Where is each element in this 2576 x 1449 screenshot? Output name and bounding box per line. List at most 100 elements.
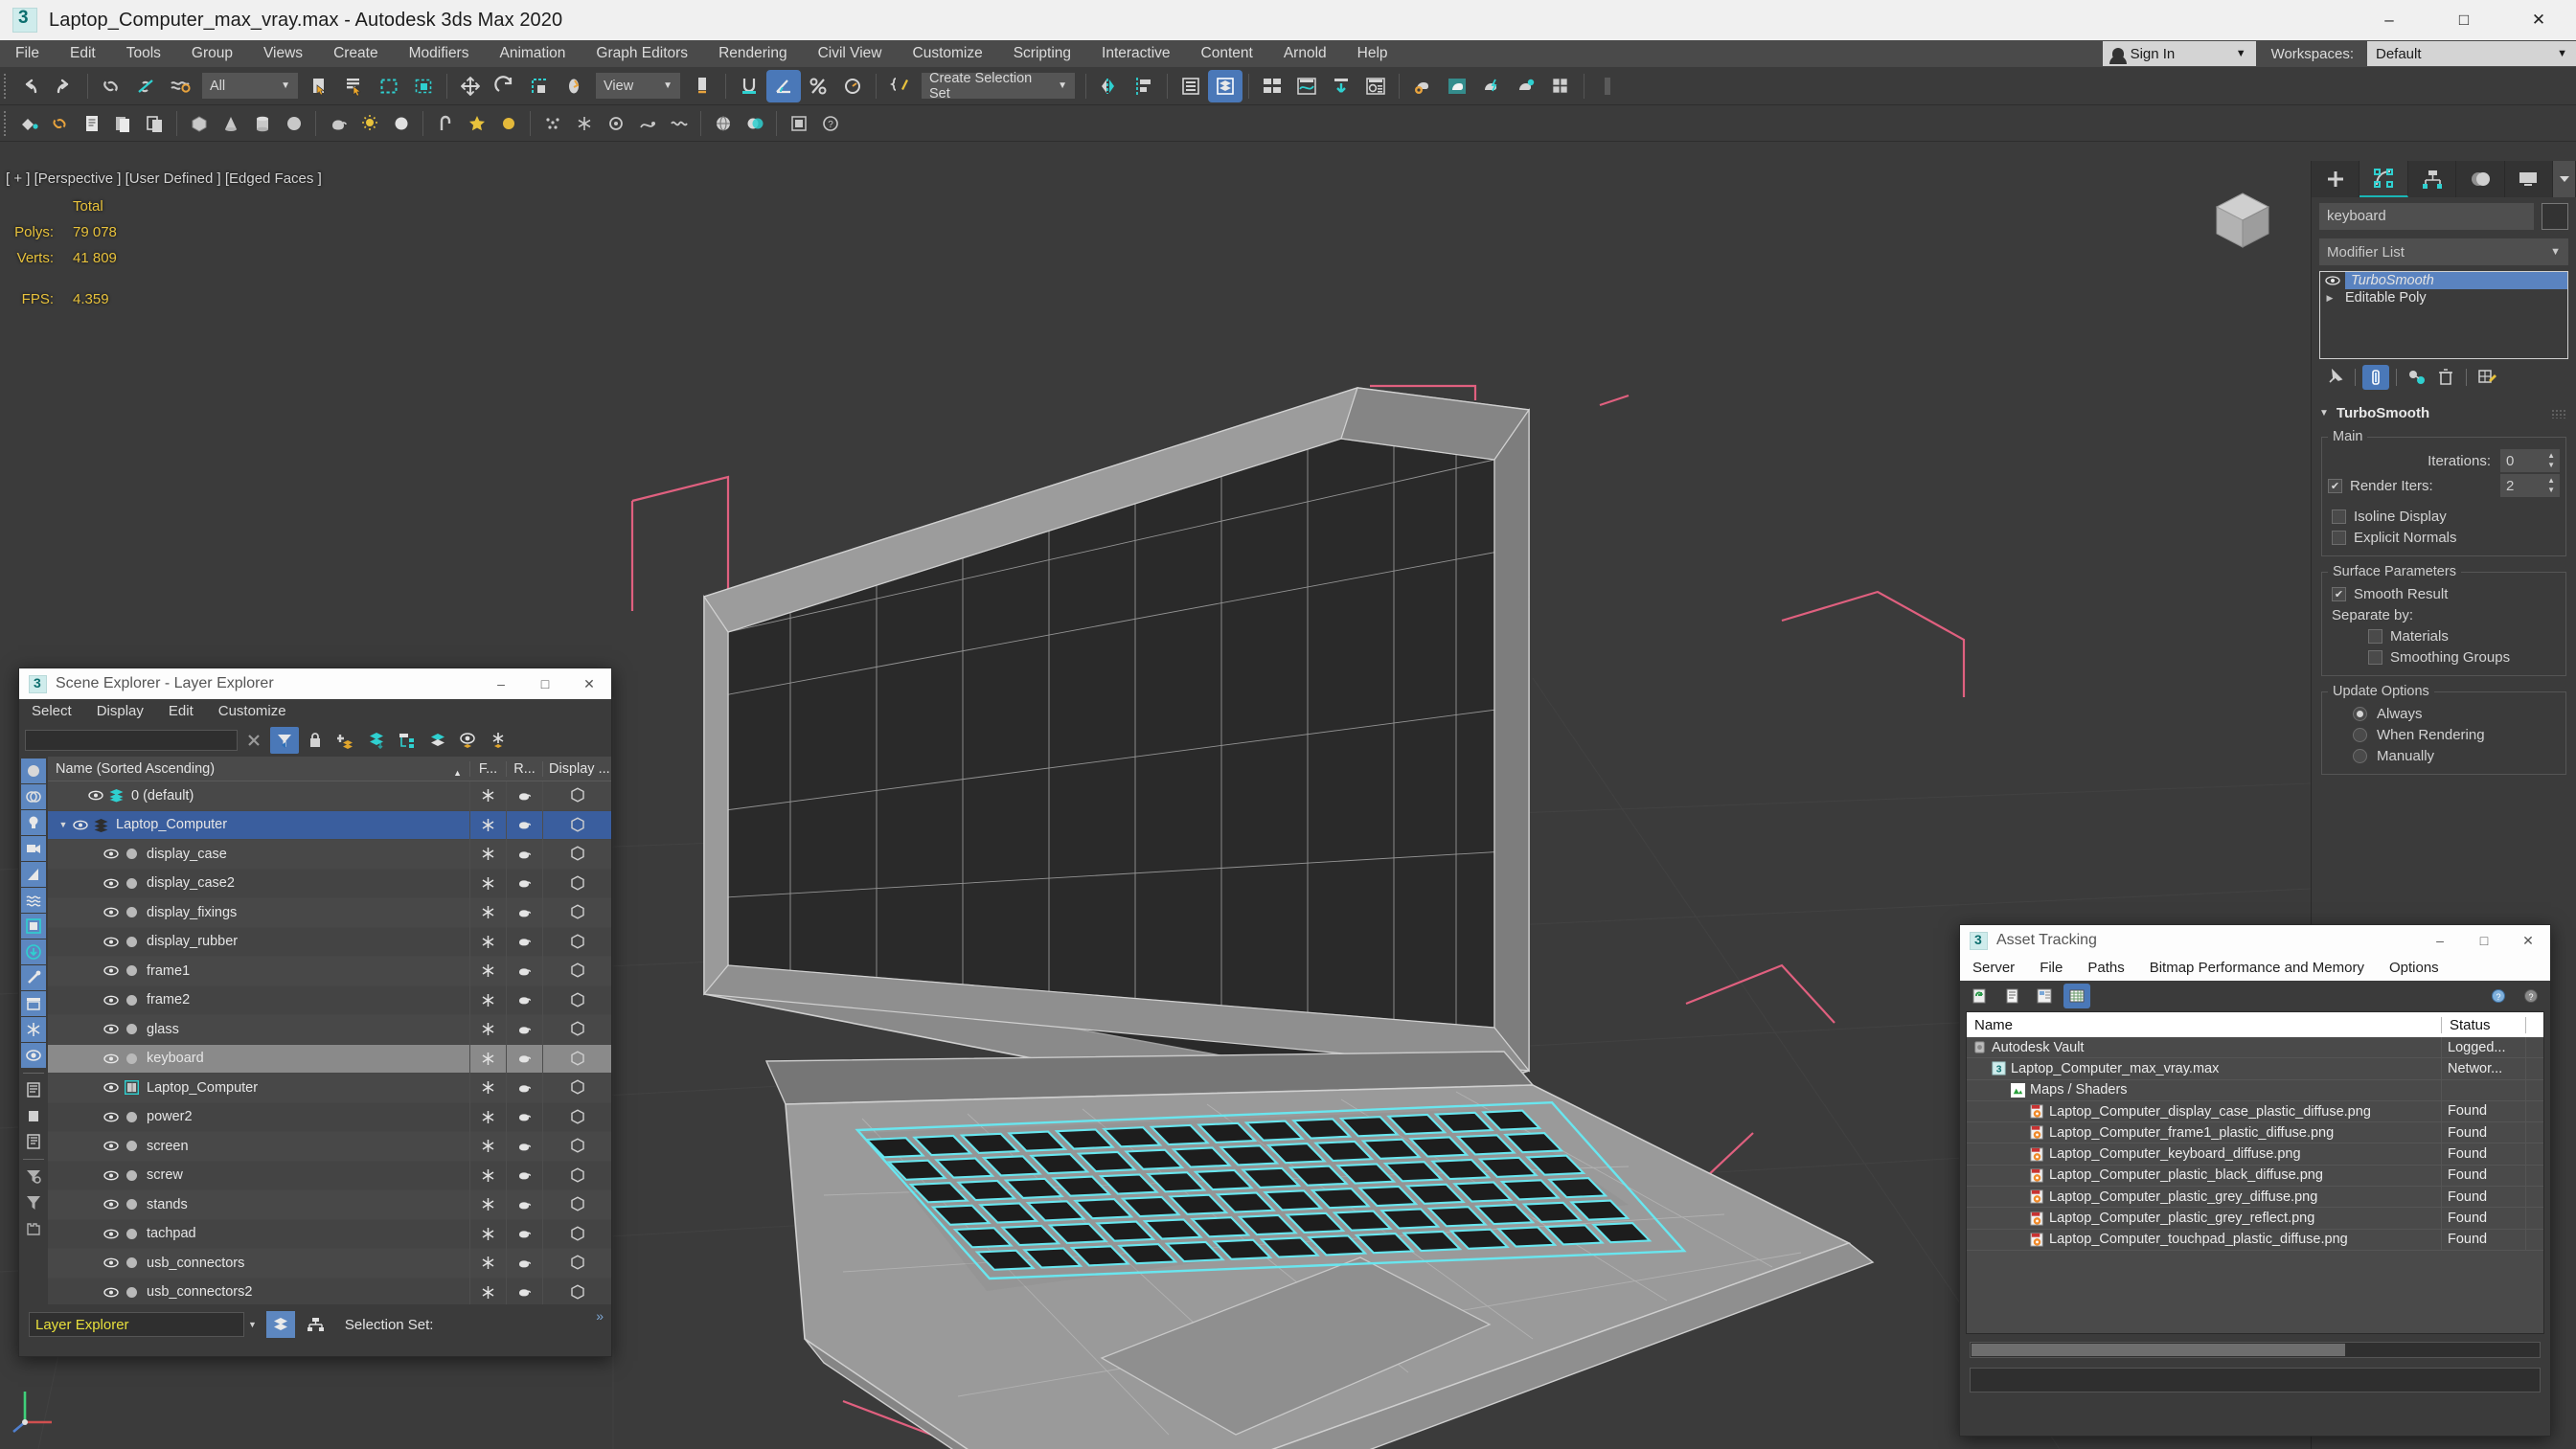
modifier-stack-item-editable-poly[interactable]: ▶ Editable Poly (2320, 289, 2567, 306)
menu-item-edit[interactable]: Edit (55, 40, 111, 67)
visibility-eye-icon[interactable] (71, 820, 90, 830)
sphere-primitive-icon[interactable] (278, 108, 309, 139)
asset-tracking-row[interactable]: Laptop_Computer_plastic_grey_diffuse.png… (1967, 1186, 2543, 1209)
freeze-cell[interactable] (469, 1073, 506, 1102)
smooth-result-row[interactable]: Smooth Result (2328, 583, 2560, 604)
spinner-snap-toggle-icon[interactable] (835, 70, 870, 102)
materials-checkbox[interactable] (2368, 628, 2382, 644)
asset-name-cell[interactable]: Laptop_Computer_plastic_black_diffuse.pn… (1967, 1165, 2442, 1187)
toolbar-grip[interactable] (2, 110, 9, 136)
pin-stack-icon[interactable] (2321, 365, 2348, 390)
menu-item-bitmap-performance[interactable]: Bitmap Performance and Memory (2137, 956, 2377, 981)
render-in-cloud-icon[interactable] (1543, 70, 1578, 102)
iterations-spinner[interactable]: 0 ▲ ▼ (2500, 449, 2560, 472)
render-cell[interactable] (506, 1102, 542, 1132)
spinner-arrows-icon[interactable]: ▲ ▼ (2547, 477, 2555, 494)
scene-explorer-window[interactable]: Scene Explorer - Layer Explorer – □ ✕ Se… (18, 668, 612, 1357)
render-cell[interactable] (506, 1073, 542, 1102)
link-chain-icon[interactable] (44, 108, 76, 139)
freeze-unfreeze-icon[interactable] (485, 727, 513, 754)
row-name-cell[interactable]: screw (48, 1167, 469, 1183)
freeze-cell[interactable] (469, 781, 506, 810)
render-cell[interactable] (506, 810, 542, 840)
render-cell[interactable] (506, 1161, 542, 1190)
render-cell[interactable] (506, 897, 542, 927)
documents-stack-icon[interactable] (107, 108, 139, 139)
select-and-move-icon[interactable] (453, 70, 488, 102)
scene-explorer-rows[interactable]: 0 (default) ▼ Laptop_Computer display_case d… (48, 781, 611, 1304)
display-cell[interactable] (542, 810, 611, 840)
lock-icon[interactable] (301, 727, 330, 754)
filter-frozen-icon[interactable] (21, 1017, 46, 1042)
render-iters-checkbox[interactable] (2328, 478, 2342, 493)
freeze-cell[interactable] (469, 1219, 506, 1249)
scene-explorer-row[interactable]: 0 (default) (48, 781, 611, 811)
filter-bones-icon[interactable] (21, 965, 46, 990)
material-editor-icon[interactable] (1358, 70, 1393, 102)
freeze-cell[interactable] (469, 839, 506, 869)
box-primitive-icon[interactable] (183, 108, 215, 139)
freeze-cell[interactable] (469, 1161, 506, 1190)
collapse-triangle-icon[interactable]: ▼ (2319, 408, 2329, 419)
freeze-cell[interactable] (469, 1278, 506, 1304)
mirror-icon[interactable] (1092, 70, 1127, 102)
asset-tracking-row[interactable]: Laptop_Computer_keyboard_diffuse.png Foun… (1967, 1143, 2543, 1166)
row-name-cell[interactable]: glass (48, 1022, 469, 1037)
display-cell[interactable] (542, 1161, 611, 1190)
pflow-particle-icon[interactable] (631, 108, 663, 139)
toolbar-grip[interactable] (2, 73, 9, 99)
menu-item-graph-editors[interactable]: Graph Editors (581, 40, 703, 67)
render-iters-spinner[interactable]: 2 ▲ ▼ (2500, 474, 2560, 497)
paint-bucket-icon[interactable] (12, 108, 44, 139)
row-name-cell[interactable]: display_fixings (48, 905, 469, 920)
row-name-cell[interactable]: display_rubber (48, 934, 469, 949)
toggle-layer-explorer-icon[interactable] (1208, 69, 1242, 102)
rectangular-selection-region-icon[interactable] (372, 70, 406, 102)
asset-tracking-window[interactable]: Asset Tracking – □ ✕ Server File Paths B… (1959, 924, 2551, 1437)
select-by-name-icon[interactable] (337, 70, 372, 102)
asset-name-cell[interactable]: Laptop_Computer_keyboard_diffuse.png (1967, 1143, 2442, 1166)
asset-tracking-row[interactable]: Maps / Shaders (1967, 1079, 2543, 1101)
tab-create[interactable] (2312, 161, 2360, 197)
render-cell[interactable] (506, 1278, 542, 1304)
visibility-eye-icon[interactable] (102, 849, 121, 859)
update-option-always[interactable]: Always (2328, 703, 2560, 724)
display-cell[interactable] (542, 839, 611, 869)
column-name[interactable]: Name (1967, 1016, 2442, 1033)
clear-search-icon[interactable] (239, 727, 268, 754)
cone-primitive-icon[interactable] (215, 108, 246, 139)
remove-modifier-icon[interactable] (2432, 365, 2459, 390)
minimize-button[interactable]: – (2418, 925, 2462, 956)
hide-unhide-icon[interactable] (454, 727, 483, 754)
display-cell[interactable] (542, 1219, 611, 1249)
menu-item-animation[interactable]: Animation (484, 40, 581, 67)
minimize-button[interactable]: – (2352, 0, 2427, 40)
document-icon[interactable] (76, 108, 107, 139)
render-cell[interactable] (506, 781, 542, 810)
menu-item-modifiers[interactable]: Modifiers (394, 40, 485, 67)
bind-to-space-warp-icon[interactable] (163, 70, 197, 102)
object-name-field[interactable]: keyboard (2319, 203, 2534, 230)
close-button[interactable]: ✕ (2506, 925, 2550, 956)
maximize-button[interactable]: □ (523, 668, 567, 699)
workspace-select[interactable]: Default ▼ (2367, 41, 2576, 66)
visibility-eye-icon[interactable] (102, 1141, 121, 1151)
sign-in-button[interactable]: Sign In ▼ (2102, 41, 2256, 66)
scene-explorer-row[interactable]: display_case (48, 839, 611, 870)
asset-tracking-row[interactable]: Laptop_Computer_touchpad_plastic_diffuse… (1967, 1229, 2543, 1251)
display-cell[interactable] (542, 956, 611, 985)
align-icon[interactable] (1127, 70, 1161, 102)
configure-modifier-sets-icon[interactable] (2473, 365, 2500, 390)
scene-explorer-row[interactable]: usb_connectors2 (48, 1278, 611, 1304)
filter-helpers-icon[interactable] (21, 862, 46, 887)
grid-view-icon[interactable] (2063, 984, 2090, 1008)
visibility-eye-icon[interactable] (102, 1024, 121, 1034)
content-browser-icon[interactable] (1324, 70, 1358, 102)
render-cell[interactable] (506, 869, 542, 898)
window-crossing-toggle-icon[interactable] (406, 70, 441, 102)
render-cell[interactable] (506, 1131, 542, 1161)
tab-modify[interactable] (2359, 161, 2408, 197)
filter-space-warps-icon[interactable] (21, 888, 46, 913)
row-name-cell[interactable]: frame2 (48, 992, 469, 1008)
asset-tracking-row[interactable]: Laptop_Computer_frame1_plastic_diffuse.p… (1967, 1121, 2543, 1144)
